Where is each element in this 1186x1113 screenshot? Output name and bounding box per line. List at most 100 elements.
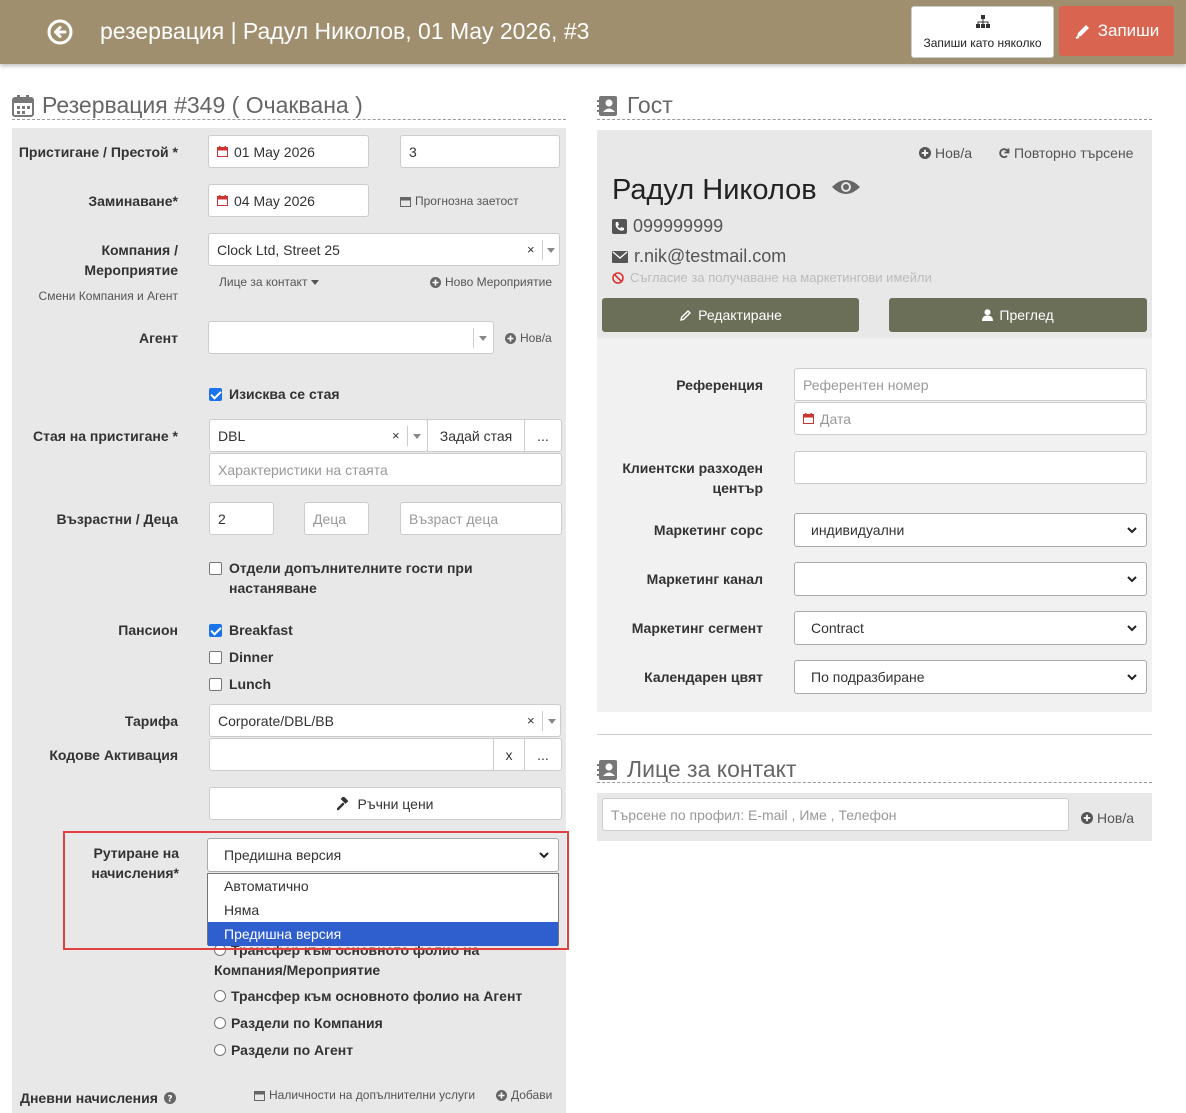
- divider: [597, 782, 1152, 783]
- agent-label: Агент: [138, 330, 178, 346]
- routing-radio-agent[interactable]: [214, 990, 226, 1002]
- arrival-date-input[interactable]: 01 May 2026: [208, 135, 369, 168]
- cost-center-label: Клиентски разходен център: [622, 460, 763, 496]
- routing-option-previous[interactable]: Предишна версия: [208, 922, 558, 946]
- add-daily-charge-link[interactable]: Добави: [496, 1088, 552, 1102]
- new-event-link[interactable]: Ново Мероприятие: [430, 275, 552, 289]
- charge-routing-select[interactable]: Предишна версия: [207, 838, 559, 872]
- calendar-color-select[interactable]: По подразбиране: [794, 660, 1147, 694]
- contact-new-label: Нов/а: [1097, 810, 1135, 826]
- forecast-occupancy-link[interactable]: Прогнозна заетост: [400, 194, 519, 208]
- change-company-agent-link[interactable]: Смени Компания и Агент: [12, 289, 178, 303]
- guest-heading: Гост: [597, 92, 673, 119]
- caret-down-icon[interactable]: [547, 248, 555, 253]
- room-select[interactable]: DBL ×: [209, 419, 428, 452]
- chevron-down-icon: [1127, 576, 1137, 583]
- caret-down-icon[interactable]: [479, 336, 487, 341]
- routing-radio-split-agent[interactable]: [214, 1044, 226, 1056]
- marketing-channel-select[interactable]: [794, 562, 1147, 596]
- guest-new-link[interactable]: Нов/а: [919, 145, 972, 161]
- room-features-input[interactable]: Характеристики на стаята: [209, 453, 562, 486]
- lunch-checkbox[interactable]: [209, 678, 222, 691]
- daily-charges-label: Дневни начисления ?: [20, 1088, 176, 1108]
- routing-option-none[interactable]: Няма: [208, 898, 558, 922]
- edit-guest-button[interactable]: Редактиране: [602, 298, 859, 332]
- adults-input[interactable]: 2: [209, 502, 274, 535]
- svg-text:?: ?: [167, 1095, 172, 1105]
- activation-clear-button[interactable]: x: [493, 738, 525, 771]
- clear-icon[interactable]: ×: [527, 242, 535, 257]
- activation-more-button[interactable]: ...: [524, 738, 562, 771]
- marketing-segment-select[interactable]: Contract: [794, 611, 1147, 645]
- save-as-multiple-label: Запиши като няколко: [923, 36, 1042, 50]
- company-value: Clock Ltd, Street 25: [217, 241, 340, 258]
- agent-new-link[interactable]: Нов/а: [505, 331, 552, 345]
- contact-search-input[interactable]: Търсене по профил: E-mail , Име , Телефо…: [602, 798, 1069, 831]
- reference-input[interactable]: Референтен номер: [794, 368, 1147, 401]
- eye-icon[interactable]: [831, 177, 861, 197]
- departure-date-input[interactable]: 04 May 2026: [208, 184, 369, 217]
- chevron-down-icon: [1127, 674, 1137, 681]
- back-arrow-icon[interactable]: [47, 19, 73, 45]
- routing-option-automatic[interactable]: Автоматично: [208, 874, 558, 898]
- manual-prices-button[interactable]: Ръчни цени: [209, 787, 562, 820]
- search-again-link[interactable]: Повторно търсене: [998, 145, 1133, 161]
- agent-select[interactable]: [208, 321, 494, 354]
- chevron-down-icon: [539, 852, 549, 859]
- room-value: DBL: [218, 427, 246, 444]
- contact-new-link[interactable]: Нов/а: [1081, 810, 1134, 826]
- new-event-label: Ново Мероприятие: [445, 275, 552, 289]
- caret-down-icon: [311, 279, 320, 285]
- tariff-select[interactable]: Corporate/DBL/BB ×: [209, 704, 561, 737]
- cost-center-input[interactable]: [794, 451, 1147, 484]
- save-label: Запиши: [1097, 21, 1160, 40]
- activation-codes-input[interactable]: [209, 738, 494, 771]
- forecast-occupancy-label: Прогнозна заетост: [415, 194, 519, 208]
- chevron-down-icon: [1127, 527, 1137, 534]
- plus-circle-icon: [505, 332, 516, 344]
- calendar-icon: [400, 196, 411, 207]
- contact-person-heading: Лице за контакт: [597, 756, 797, 783]
- room-more-button[interactable]: ...: [524, 419, 562, 452]
- children-age-input[interactable]: Възраст деца: [400, 502, 562, 535]
- company-select[interactable]: Clock Ltd, Street 25 ×: [208, 233, 560, 266]
- room-required-checkbox[interactable]: [209, 388, 222, 401]
- clear-icon[interactable]: ×: [527, 713, 535, 728]
- clear-icon[interactable]: ×: [392, 428, 400, 443]
- dinner-checkbox[interactable]: [209, 651, 222, 664]
- save-button[interactable]: Запиши: [1059, 6, 1174, 56]
- marketing-segment-label: Маркетинг сегмент: [631, 620, 763, 636]
- extras-availability-label: Наличности на допълнителни услуги: [269, 1088, 476, 1102]
- nights-input[interactable]: 3: [400, 135, 560, 168]
- activation-codes-label: Кодове Активация: [49, 747, 178, 763]
- edit-guest-label: Редактиране: [698, 307, 782, 323]
- help-icon[interactable]: ?: [163, 1092, 176, 1105]
- reference-date-input[interactable]: Дата: [794, 402, 1147, 435]
- plus-circle-icon: [919, 147, 931, 159]
- charge-routing-value: Предишна версия: [224, 847, 342, 863]
- caret-down-icon[interactable]: [548, 719, 556, 724]
- view-guest-label: Преглед: [999, 307, 1054, 323]
- children-input[interactable]: Деца: [304, 502, 369, 535]
- save-as-multiple-button[interactable]: Запиши като няколко: [911, 6, 1054, 58]
- marketing-source-select[interactable]: индивидуални: [794, 513, 1147, 547]
- contact-person-dropdown[interactable]: Лице за контакт: [219, 275, 320, 289]
- extras-availability-link[interactable]: Наличности на допълнителни услуги: [254, 1088, 475, 1102]
- page-title: резервация | Радул Николов, 01 May 2026,…: [100, 18, 590, 44]
- dinner-label: Dinner: [229, 649, 274, 665]
- assign-room-button[interactable]: Задай стая: [427, 419, 525, 452]
- guest-name-text: Радул Николов: [612, 174, 817, 206]
- tariff-value: Corporate/DBL/BB: [218, 712, 334, 729]
- breakfast-checkbox[interactable]: [209, 624, 222, 637]
- lunch-label: Lunch: [229, 676, 271, 692]
- guest-phone-text: 099999999: [633, 216, 724, 236]
- calendar-icon: [254, 1090, 265, 1101]
- separate-guests-checkbox[interactable]: [209, 562, 222, 575]
- routing-radio-split-company[interactable]: [214, 1017, 226, 1029]
- caret-down-icon[interactable]: [413, 434, 421, 439]
- view-guest-button[interactable]: Преглед: [889, 298, 1147, 332]
- gavel-icon: [337, 796, 349, 810]
- pencil-icon: [680, 309, 692, 321]
- separator: [407, 426, 408, 446]
- plus-circle-icon: [496, 1089, 507, 1101]
